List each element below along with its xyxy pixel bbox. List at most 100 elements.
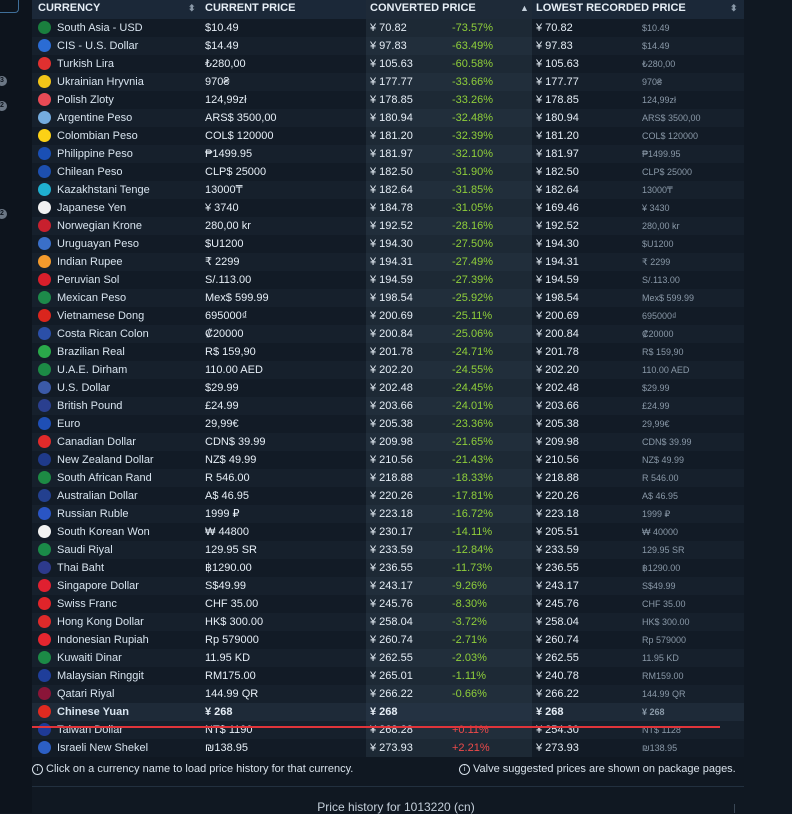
currency-name-cell[interactable]: Hong Kong Dollar [32, 613, 201, 631]
currency-name-cell[interactable]: Vietnamese Dong [32, 307, 201, 325]
currency-name-cell[interactable]: U.A.E. Dirham [32, 361, 201, 379]
currency-name-cell[interactable]: Indonesian Rupiah [32, 631, 201, 649]
currency-name-cell[interactable]: Thai Baht [32, 559, 201, 577]
currency-name[interactable]: U.S. Dollar [57, 382, 110, 394]
currency-name[interactable]: Norwegian Krone [57, 220, 142, 232]
currency-name[interactable]: South African Rand [57, 472, 152, 484]
currency-name[interactable]: South Asia - USD [57, 22, 143, 34]
currency-name-cell[interactable]: U.S. Dollar [32, 379, 201, 397]
currency-name-cell[interactable]: Polish Zloty [32, 91, 201, 109]
table-row: Singapore Dollar S$49.99 ¥ 243.17 -9.26% ¥ 2… [32, 577, 744, 595]
sort-up-icon[interactable]: ▲ [520, 0, 529, 17]
currency-name[interactable]: Vietnamese Dong [57, 310, 144, 322]
currency-name[interactable]: Saudi Riyal [57, 544, 113, 556]
price-diff-percent: -8.30% [452, 598, 487, 610]
table-row: Ukrainian Hryvnia 970₴ ¥ 177.77 -33.66% ¥ 17… [32, 73, 744, 91]
currency-name-cell[interactable]: Japanese Yen [32, 199, 201, 217]
gutter-tab[interactable] [0, 0, 19, 13]
currency-name[interactable]: Canadian Dollar [57, 436, 136, 448]
currency-name[interactable]: Qatari Riyal [57, 688, 114, 700]
sort-icon[interactable]: ⬍ [730, 0, 738, 17]
col-currency[interactable]: CURRENCY ⬍ [32, 0, 201, 19]
currency-name-cell[interactable]: Uruguayan Peso [32, 235, 201, 253]
lowest-price: ¥ 223.18 [536, 508, 579, 520]
currency-name-cell[interactable]: Taiwan Dollar [32, 721, 201, 739]
currency-name-cell[interactable]: Australian Dollar [32, 487, 201, 505]
currency-name[interactable]: Swiss Franc [57, 598, 117, 610]
currency-name-cell[interactable]: CIS - U.S. Dollar [32, 37, 201, 55]
currency-name[interactable]: South Korean Won [57, 526, 150, 538]
flag-icon [38, 182, 51, 196]
currency-name[interactable]: Argentine Peso [57, 112, 132, 124]
sort-icon[interactable]: ⬍ [188, 0, 196, 17]
currency-name-cell[interactable]: Ukrainian Hryvnia [32, 73, 201, 91]
currency-name[interactable]: Malaysian Ringgit [57, 670, 144, 682]
currency-name[interactable]: Mexican Peso [57, 292, 126, 304]
currency-name[interactable]: Thai Baht [57, 562, 104, 574]
currency-name-cell[interactable]: Turkish Lira [32, 55, 201, 73]
lowest-cell: ¥ 178.85 124,99zł [532, 91, 744, 109]
currency-name[interactable]: Indian Rupee [57, 256, 122, 268]
currency-name-cell[interactable]: Mexican Peso [32, 289, 201, 307]
currency-name[interactable]: Ukrainian Hryvnia [57, 76, 144, 88]
currency-name[interactable]: Chinese Yuan [57, 706, 129, 718]
flag-icon [38, 92, 51, 106]
currency-name-cell[interactable]: Canadian Dollar [32, 433, 201, 451]
currency-name[interactable]: Russian Ruble [57, 508, 129, 520]
currency-name[interactable]: Kazakhstani Tenge [57, 184, 150, 196]
converted-price: ¥ 265.01 [370, 670, 413, 682]
currency-name[interactable]: Australian Dollar [57, 490, 138, 502]
currency-name-cell[interactable]: South Korean Won [32, 523, 201, 541]
currency-name-cell[interactable]: Argentine Peso [32, 109, 201, 127]
currency-name-cell[interactable]: Kuwaiti Dinar [32, 649, 201, 667]
currency-name[interactable]: Uruguayan Peso [57, 238, 139, 250]
col-lowest-recorded[interactable]: LOWEST RECORDED PRICE ⬍ [532, 0, 744, 19]
currency-name[interactable]: Euro [57, 418, 80, 430]
currency-name-cell[interactable]: Singapore Dollar [32, 577, 201, 595]
current-price: CLP$ 25000 [205, 166, 267, 178]
lowest-cell: ¥ 205.38 29,99€ [532, 415, 744, 433]
currency-name-cell[interactable]: Peruvian Sol [32, 271, 201, 289]
currency-name-cell[interactable]: South Asia - USD [32, 19, 201, 37]
currency-name[interactable]: Israeli New Shekel [57, 742, 148, 754]
currency-name[interactable]: Brazilian Real [57, 346, 125, 358]
currency-name[interactable]: Japanese Yen [57, 202, 126, 214]
currency-name[interactable]: CIS - U.S. Dollar [57, 40, 138, 52]
currency-name-cell[interactable]: Russian Ruble [32, 505, 201, 523]
currency-name-cell[interactable]: Norwegian Krone [32, 217, 201, 235]
currency-name-cell[interactable]: Saudi Riyal [32, 541, 201, 559]
col-current-price[interactable]: CURRENT PRICE [201, 0, 366, 19]
currency-name[interactable]: Hong Kong Dollar [57, 616, 144, 628]
currency-name-cell[interactable]: Swiss Franc [32, 595, 201, 613]
lowest-cell: ¥ 202.20 110.00 AED [532, 361, 744, 379]
currency-name[interactable]: Philippine Peso [57, 148, 133, 160]
currency-name-cell[interactable]: South African Rand [32, 469, 201, 487]
currency-name-cell[interactable]: Chinese Yuan [32, 703, 201, 721]
currency-name[interactable]: British Pound [57, 400, 122, 412]
currency-name-cell[interactable]: British Pound [32, 397, 201, 415]
currency-name-cell[interactable]: Israeli New Shekel [32, 739, 201, 757]
currency-name[interactable]: Colombian Peso [57, 130, 138, 142]
currency-name[interactable]: Chilean Peso [57, 166, 122, 178]
currency-name[interactable]: Indonesian Rupiah [57, 634, 149, 646]
currency-name[interactable]: Polish Zloty [57, 94, 114, 106]
currency-name[interactable]: Turkish Lira [57, 58, 114, 70]
currency-name-cell[interactable]: Brazilian Real [32, 343, 201, 361]
currency-name-cell[interactable]: Malaysian Ringgit [32, 667, 201, 685]
currency-name-cell[interactable]: Colombian Peso [32, 127, 201, 145]
currency-name[interactable]: Costa Rican Colon [57, 328, 149, 340]
currency-name-cell[interactable]: Kazakhstani Tenge [32, 181, 201, 199]
currency-name[interactable]: U.A.E. Dirham [57, 364, 127, 376]
currency-name-cell[interactable]: Euro [32, 415, 201, 433]
currency-name-cell[interactable]: Chilean Peso [32, 163, 201, 181]
currency-name-cell[interactable]: Qatari Riyal [32, 685, 201, 703]
currency-name-cell[interactable]: Indian Rupee [32, 253, 201, 271]
currency-name[interactable]: New Zealand Dollar [57, 454, 154, 466]
currency-name[interactable]: Kuwaiti Dinar [57, 652, 122, 664]
col-converted-price[interactable]: CONVERTED PRICE ▲ [366, 0, 532, 19]
currency-name[interactable]: Peruvian Sol [57, 274, 119, 286]
currency-name-cell[interactable]: New Zealand Dollar [32, 451, 201, 469]
currency-name[interactable]: Singapore Dollar [57, 580, 139, 592]
currency-name-cell[interactable]: Costa Rican Colon [32, 325, 201, 343]
currency-name-cell[interactable]: Philippine Peso [32, 145, 201, 163]
